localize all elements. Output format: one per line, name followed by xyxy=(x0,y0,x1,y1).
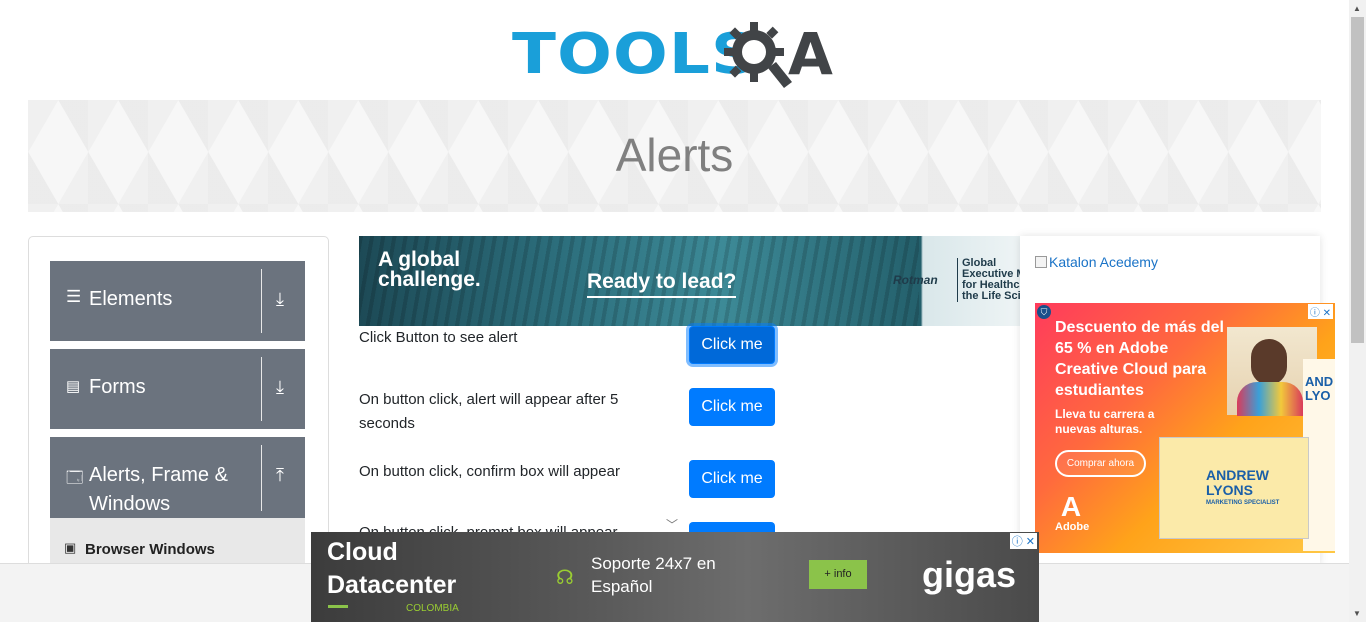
chevron-down-icon[interactable]: ﹀ xyxy=(666,516,678,533)
timer-alert-row-label: On button click, alert will appear after… xyxy=(359,391,619,432)
gigas-logo: gigas xyxy=(922,554,1017,595)
ad-cta-button[interactable]: Comprar ahora xyxy=(1055,450,1146,477)
ad-card-role: MARKETING SPECIALIST xyxy=(1206,500,1280,506)
adchoices-close-icon[interactable]: ⓘ ✕ xyxy=(1307,304,1333,319)
scrollbar-thumb[interactable] xyxy=(1351,17,1364,343)
page-banner: Alerts xyxy=(28,100,1321,212)
ad-card-name: ANDREW LYONS xyxy=(1206,467,1269,498)
ad-accent-line xyxy=(328,605,348,608)
nav-group-elements[interactable]: ☰ Elements ⤓ xyxy=(50,261,305,341)
toolsqa-logo[interactable]: TOOLS A xyxy=(512,14,842,94)
nav-group-label: Forms xyxy=(89,376,146,398)
ad-title: Cloud Datacenter xyxy=(327,538,457,599)
ad-info-button[interactable]: + info xyxy=(809,560,867,589)
prompt-button[interactable] xyxy=(689,522,775,532)
confirm-row-label: On button click, confirm box will appear xyxy=(359,463,620,480)
nav-group-label: Alerts, Frame & Windows xyxy=(89,464,228,515)
ad-headline: Ready to lead? xyxy=(587,270,737,298)
nav-group-forms[interactable]: ▤ Forms ⤓ xyxy=(50,349,305,429)
alert-row-label: Click Button to see alert xyxy=(359,329,518,346)
katalon-alt-text: Katalon Acedemy xyxy=(1049,254,1158,270)
ad-support-text: Soporte 24x7 en Español xyxy=(591,554,716,596)
hamburger-icon: ☰ xyxy=(66,287,82,306)
ad-banner-top[interactable]: A global challenge. Ready to lead? Rotma… xyxy=(359,236,1020,326)
scroll-up-icon[interactable]: ▲ xyxy=(1353,4,1361,13)
page-title: Alerts xyxy=(615,129,734,181)
ad-name-card: ANDREW LYONS MARKETING SPECIALIST xyxy=(1159,437,1309,539)
confirm-button[interactable]: Click me xyxy=(689,460,775,498)
divider xyxy=(261,445,262,511)
ad-subtitle: Lleva tu carrera a nuevas alturas. xyxy=(1055,407,1155,436)
scroll-down-icon[interactable]: ▼ xyxy=(1353,609,1361,618)
adchoices-close-icon[interactable]: ⓘ ✕ xyxy=(1009,533,1037,549)
person-face xyxy=(1251,339,1287,385)
nav-group-label: Elements xyxy=(89,288,173,310)
window-icon: 🗔 xyxy=(66,470,84,487)
person-shirt xyxy=(1237,382,1303,416)
left-panel: ☰ Elements ⤓ ▤ Forms ⤓ 🗔 Alerts, Frame &… xyxy=(28,236,329,578)
broken-image-icon xyxy=(1035,256,1047,268)
prompt-row-label: On button click, prompt box will appear xyxy=(359,521,659,532)
alert-button[interactable]: Click me xyxy=(689,326,775,364)
nav-group-alerts-frame-windows[interactable]: 🗔 Alerts, Frame & Windows ⤒ xyxy=(50,437,305,519)
divider xyxy=(261,269,262,333)
expand-arrow-icon: ⤓ xyxy=(276,377,284,397)
katalon-academy-image-link[interactable]: Katalon Acedemy xyxy=(1035,254,1158,270)
vertical-scrollbar[interactable]: ▲ ▼ xyxy=(1349,0,1366,622)
logo-a-text: A xyxy=(788,20,833,88)
collapse-arrow-icon: ⤒ xyxy=(276,465,284,485)
expand-arrow-icon: ⤓ xyxy=(276,289,284,309)
document-icon: ▤ xyxy=(66,378,81,395)
ad-country: COLOMBIA xyxy=(406,603,459,614)
ad-brand: Rotman xyxy=(893,273,938,287)
timer-alert-button[interactable]: Click me xyxy=(689,388,775,426)
ad-adobe[interactable]: ⛉ ⓘ ✕ Descuento de más del 65 % en Adobe… xyxy=(1035,303,1335,553)
adobe-logo-icon: A xyxy=(1060,491,1082,522)
sidebar-item-label: Browser Windows xyxy=(85,541,215,558)
divider xyxy=(261,357,262,421)
ad-program-text: Global Executive M for Healthca the Life… xyxy=(957,258,1020,302)
ad-brand: Adobe xyxy=(1055,521,1090,533)
headset-icon: ☊ xyxy=(556,567,574,589)
html5-icon: ▣ xyxy=(64,540,77,555)
gear-magnifier-icon xyxy=(724,22,792,88)
ad-info-icon[interactable]: ⛉ xyxy=(1037,305,1051,319)
ad-title: Descuento de más del 65 % en Adobe Creat… xyxy=(1055,319,1224,399)
ad-gigas[interactable]: Cloud Datacenter COLOMBIA ☊ Soporte 24x7… xyxy=(311,532,1039,622)
page: TOOLS A Alerts ☰ Elements ⤓ ▤ Forms ⤓ 🗔 … xyxy=(0,0,1366,622)
ad-side-name: AND LYO xyxy=(1305,374,1334,403)
ad-tagline: A global challenge. xyxy=(378,248,481,291)
